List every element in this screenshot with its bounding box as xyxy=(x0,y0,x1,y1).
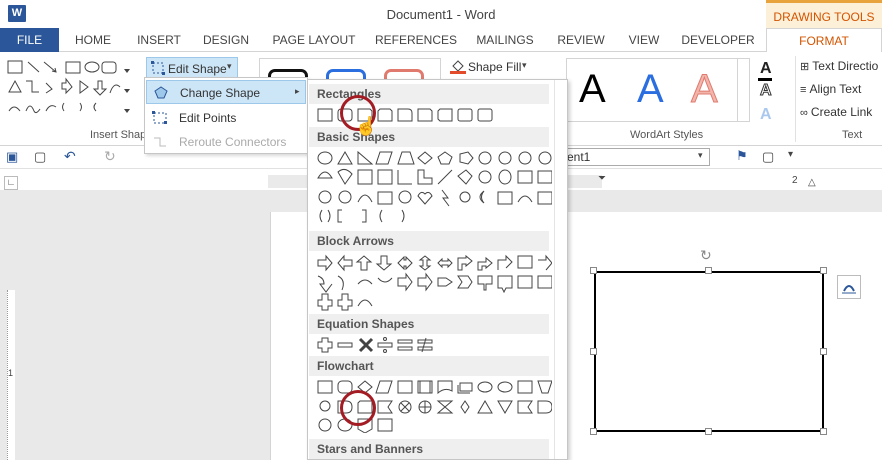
tab-mailings[interactable]: MAILINGS xyxy=(466,28,544,52)
align-text-label: Align Text xyxy=(809,82,862,96)
page-icon[interactable]: ▢ xyxy=(762,149,774,165)
new-document-icon[interactable]: ▢ xyxy=(34,149,46,165)
text-direction-icon: ⊞ xyxy=(800,61,813,73)
right-indent-icon[interactable]: △ xyxy=(808,177,816,188)
category-equation-shapes: Equation Shapes xyxy=(309,314,549,334)
edit-points-label: Edit Points xyxy=(179,111,237,125)
flag-icon[interactable]: ⚑ xyxy=(736,148,748,164)
change-shape-icon xyxy=(154,86,168,99)
group-separator xyxy=(795,56,796,142)
rotate-handle-icon[interactable]: ↻ xyxy=(700,247,712,264)
create-link-button[interactable]: ∞ Create Link xyxy=(800,105,872,119)
edit-shape-button[interactable]: Edit Shape ▾ xyxy=(146,57,238,79)
chevron-down-icon: ▾ xyxy=(227,61,232,71)
edit-shape-menu: Change Shape ▸ Edit Points Reroute Conne… xyxy=(144,77,308,154)
category-flowchart: Flowchart xyxy=(309,356,549,376)
save-icon[interactable]: ▣ xyxy=(6,149,18,165)
chevron-down-icon[interactable]: ▾ xyxy=(698,150,703,161)
text-fill-color-bar xyxy=(758,78,772,81)
tab-developer[interactable]: DEVELOPER xyxy=(676,28,760,52)
vertical-ruler-mark: 1 xyxy=(8,368,14,378)
tab-review[interactable]: REVIEW xyxy=(548,28,614,52)
first-line-indent-icon[interactable]: ⏷ xyxy=(598,173,606,184)
resize-handle[interactable] xyxy=(590,428,597,435)
undo-icon[interactable]: ↶ xyxy=(64,148,76,165)
wordart-gallery[interactable]: A A A xyxy=(566,58,750,122)
wordart-scroll[interactable] xyxy=(737,58,751,122)
resize-handle[interactable] xyxy=(820,267,827,274)
text-outline-icon[interactable]: A xyxy=(760,82,773,100)
wordart-style-outline[interactable]: A xyxy=(691,69,719,110)
equation-shapes-row[interactable] xyxy=(316,336,552,354)
drawing-tools-label: DRAWING TOOLS xyxy=(766,0,882,28)
tab-design[interactable]: DESIGN xyxy=(194,28,258,52)
edit-shape-icon xyxy=(151,61,165,75)
window-title: Document1 - Word xyxy=(386,7,496,22)
tab-file[interactable]: FILE xyxy=(0,28,59,52)
category-stars-and-banners: Stars and Banners xyxy=(309,439,549,459)
resize-handle[interactable] xyxy=(590,348,597,355)
resize-handle[interactable] xyxy=(820,348,827,355)
selected-rectangle-shape[interactable] xyxy=(594,271,824,432)
edit-points-icon xyxy=(152,111,167,124)
wordart-style-black[interactable]: A xyxy=(579,69,606,109)
text-fill-icon[interactable]: A xyxy=(760,60,772,78)
wordart-style-blue[interactable]: A xyxy=(637,69,664,109)
resize-handle[interactable] xyxy=(705,267,712,274)
resize-handle[interactable] xyxy=(820,428,827,435)
edit-shape-label: Edit Shape xyxy=(168,62,227,76)
tab-format[interactable]: FORMAT xyxy=(766,28,882,53)
layout-options-button[interactable] xyxy=(837,275,861,299)
ruler-text-area xyxy=(602,175,882,188)
ribbon-tabs: FILE HOME INSERT DESIGN PAGE LAYOUT REFE… xyxy=(0,28,882,53)
resize-handle[interactable] xyxy=(590,267,597,274)
wordart-group-label: WordArt Styles xyxy=(630,129,704,141)
name-box[interactable]: ent1 xyxy=(560,148,710,166)
tab-selector-icon[interactable]: ∟ xyxy=(4,176,18,190)
insert-shapes-group-label: Insert Shap xyxy=(90,129,147,141)
layout-options-icon xyxy=(842,285,856,294)
text-effects-icon[interactable]: A xyxy=(760,106,772,124)
gallery-scrollbar[interactable] xyxy=(554,80,567,459)
tab-references[interactable]: REFERENCES xyxy=(370,28,462,52)
change-shape-menu-item[interactable]: Change Shape ▸ xyxy=(146,80,306,104)
mouse-pointer-icon: ☝ xyxy=(354,116,378,137)
category-block-arrows: Block Arrows xyxy=(309,231,549,251)
change-shape-label: Change Shape xyxy=(180,86,261,100)
tab-page-layout[interactable]: PAGE LAYOUT xyxy=(262,28,366,52)
create-link-label: Create Link xyxy=(810,105,873,119)
annotation-circle-flowchart xyxy=(340,390,376,426)
vertical-ruler: 1 xyxy=(4,190,18,460)
shape-fill-label: Shape Fill xyxy=(468,60,522,74)
category-basic-shapes: Basic Shapes xyxy=(309,127,549,147)
text-group-label: Text xyxy=(842,129,863,141)
chevron-down-icon: ▾ xyxy=(522,60,527,70)
chevron-right-icon: ▸ xyxy=(295,86,300,96)
text-direction-label: Text Directio xyxy=(812,59,879,73)
shape-gallery-icons xyxy=(7,60,130,114)
reroute-connectors-icon xyxy=(154,137,166,147)
reroute-connectors-label: Reroute Connectors xyxy=(179,135,287,149)
tab-home[interactable]: HOME xyxy=(62,28,124,52)
paint-bucket-icon xyxy=(450,60,466,74)
customize-toolbar-icon[interactable]: ▾ xyxy=(788,149,793,160)
resize-handle[interactable] xyxy=(705,428,712,435)
basic-shapes-grid[interactable] xyxy=(316,150,552,228)
tab-view[interactable]: VIEW xyxy=(617,28,671,52)
title-bar: W Document1 - Word DRAWING TOOLS xyxy=(0,0,882,28)
redo-icon[interactable]: ↻ xyxy=(104,148,116,165)
text-direction-button[interactable]: ⊞ Text Directio xyxy=(800,59,878,73)
ruler-mark-2: 2 xyxy=(792,175,798,186)
reroute-connectors-menu-item: Reroute Connectors xyxy=(146,130,306,154)
align-text-button[interactable]: ≡ Align Text xyxy=(800,82,861,96)
block-arrows-grid[interactable] xyxy=(316,254,552,312)
link-icon: ∞ xyxy=(800,107,811,119)
insert-shapes-gallery[interactable] xyxy=(6,59,132,119)
shape-fill-button[interactable]: Shape Fill ▾ xyxy=(450,58,527,77)
tab-insert[interactable]: INSERT xyxy=(127,28,191,52)
edit-points-menu-item[interactable]: Edit Points xyxy=(146,106,306,130)
